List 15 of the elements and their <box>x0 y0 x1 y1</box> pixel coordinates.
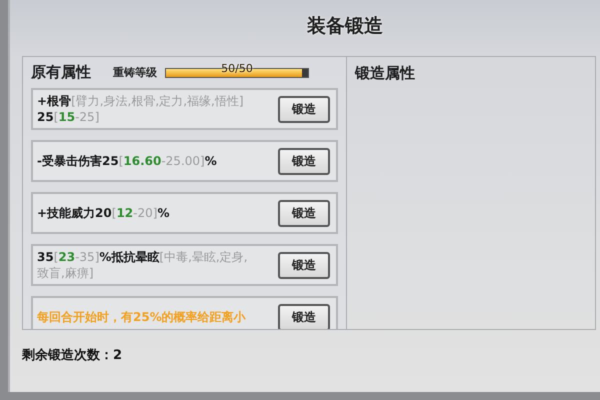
panel-title: 锻造属性 <box>355 64 415 82</box>
window-title: 装备锻造 <box>307 14 383 39</box>
forge-button[interactable]: 锻造 <box>278 252 330 278</box>
forge-button[interactable]: 锻造 <box>278 304 330 329</box>
panel-title: 原有属性 <box>31 63 91 82</box>
attribute-text: 35[23-35]%抵抗晕眩[中毒,晕眩,定身,致盲,麻痹] <box>37 249 249 281</box>
recast-level-label: 重铸等级 <box>113 65 157 80</box>
attribute-text: +技能威力20[12-20]% <box>37 205 170 221</box>
attribute-text: -受暴击伤害25[16.60-25.00]% <box>37 153 218 169</box>
remaining-forges-text: 剩余锻造次数：2 <box>22 348 122 363</box>
attribute-text: +根骨[臂力,身法,根骨,定力,福缘,悟性] 25[15-25] <box>37 93 244 125</box>
attribute-text: 每回合开始时，有25%的概率给距离小 <box>37 309 247 325</box>
forge-button[interactable]: 锻造 <box>278 200 330 226</box>
forge-button[interactable]: 锻造 <box>278 148 330 174</box>
forge-button[interactable]: 锻造 <box>278 96 330 122</box>
